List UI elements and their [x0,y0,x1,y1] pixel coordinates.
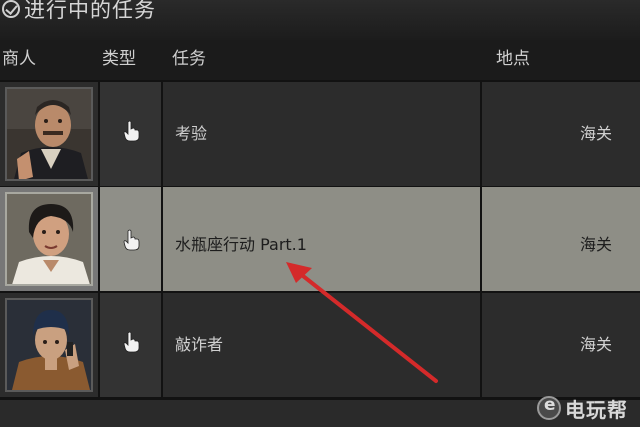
task-cell[interactable]: 敲诈者 [163,293,480,397]
type-cell [100,293,161,397]
type-cell [100,82,161,186]
task-location: 海关 [579,235,612,254]
watermark-text: 电玩帮 [565,397,628,422]
column-header-type: 类型 [102,49,136,69]
watermark-logo-icon [537,395,561,420]
merchant-portrait [5,87,93,181]
merchant-cell [0,187,98,291]
location-cell: 海关 [482,293,640,397]
check-circle-icon [2,0,20,18]
task-name: 敲诈者 [175,335,224,354]
hand-pointer-icon [123,229,140,251]
column-header-merchant: 商人 [2,49,36,69]
task-location: 海关 [579,124,612,143]
merchant-portrait [5,192,93,286]
task-row[interactable]: 考验 海关 [0,82,640,186]
column-header-task: 任务 [172,49,206,69]
type-cell [100,187,161,291]
hand-pointer-icon [123,331,140,353]
task-cell[interactable]: 考验 [163,82,480,186]
hand-pointer-icon [123,120,140,142]
location-cell: 海关 [482,187,640,291]
panel-title-bar: 进行中的任务 [0,0,640,40]
merchant-cell [0,82,98,186]
merchant-cell [0,293,98,397]
merchant-portrait [5,298,93,392]
column-header-location: 地点 [496,49,530,69]
task-location: 海关 [579,335,612,354]
location-cell: 海关 [482,82,640,186]
watermark: 电玩帮 [537,392,628,424]
task-row-selected[interactable]: 水瓶座行动 Part.1 海关 [0,187,640,291]
table-header: 商人 类型 任务 地点 [0,40,640,80]
task-row[interactable]: 敲诈者 海关 [0,293,640,397]
task-cell[interactable]: 水瓶座行动 Part.1 [163,187,480,291]
task-name: 水瓶座行动 Part.1 [175,235,307,254]
panel-title: 进行中的任务 [24,0,156,22]
task-name: 考验 [175,124,208,143]
